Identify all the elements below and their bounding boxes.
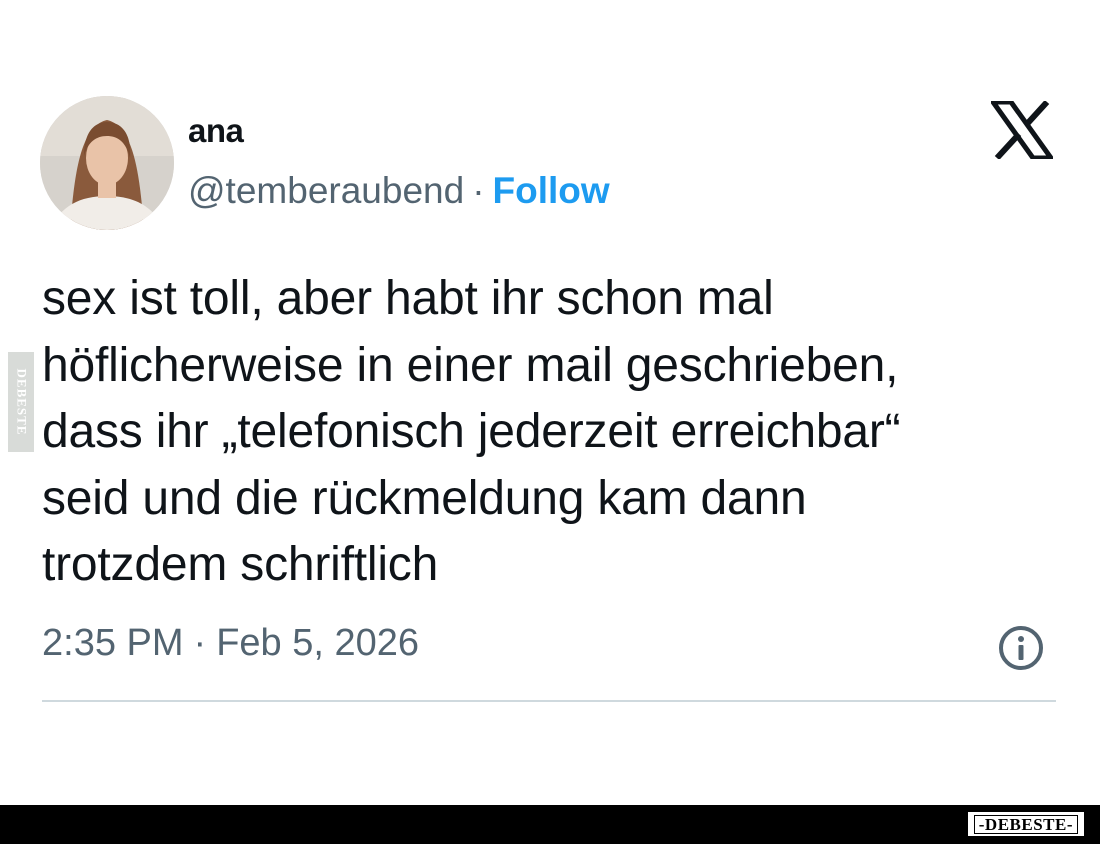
side-watermark: DEBESTE (8, 352, 34, 452)
tweet-date: Feb 5, 2026 (216, 622, 420, 664)
avatar[interactable] (40, 96, 174, 230)
divider (42, 700, 1056, 702)
timestamp-separator: · (193, 622, 207, 664)
brand-logo-text: -DEBESTE- (973, 814, 1078, 834)
handle-row: @temberaubend · Follow (188, 170, 610, 212)
separator-dot: · (472, 170, 485, 211)
user-handle[interactable]: @temberaubend (188, 170, 464, 211)
side-watermark-text: DEBESTE (14, 368, 30, 436)
follow-button[interactable]: Follow (493, 170, 610, 211)
footer-bar: -DEBESTE- (0, 805, 1100, 844)
timestamp[interactable]: 2:35 PM · Feb 5, 2026 (42, 622, 419, 665)
tweet-time: 2:35 PM (42, 622, 184, 664)
brand-logo: -DEBESTE- (967, 812, 1084, 836)
avatar-photo (40, 96, 174, 230)
x-logo-icon[interactable] (988, 99, 1056, 161)
info-icon[interactable] (997, 624, 1045, 672)
tweet-card: ana @temberaubend · Follow sex ist toll, a… (0, 0, 1100, 805)
display-name[interactable]: ana (188, 112, 244, 150)
tweet-text: sex ist toll, aber habt ihr schon mal hö… (42, 272, 901, 591)
